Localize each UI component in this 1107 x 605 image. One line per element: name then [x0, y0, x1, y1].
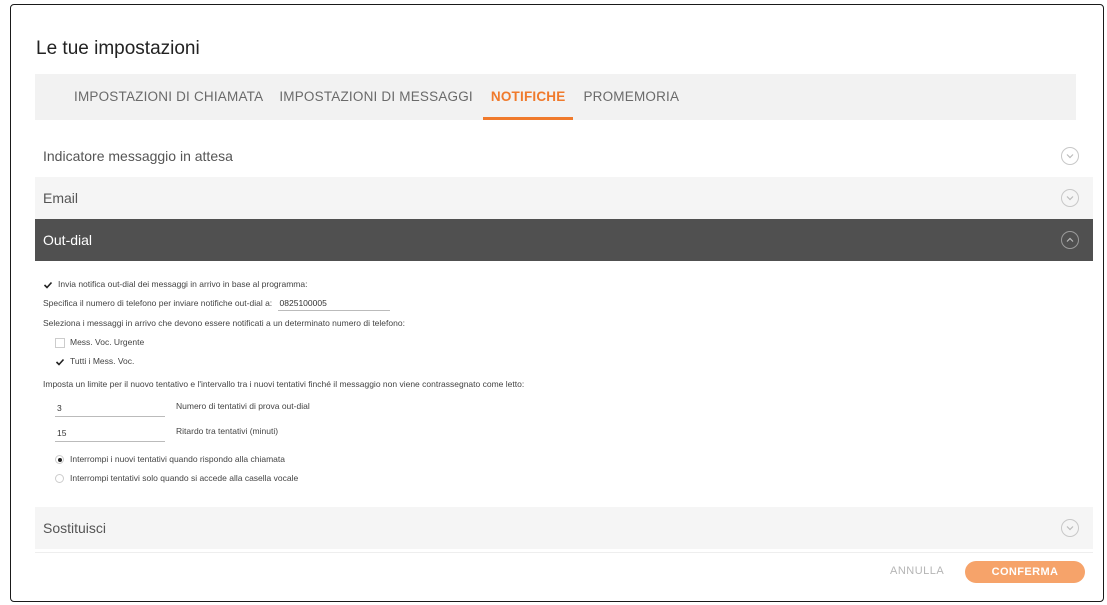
stop-on-answer-radio[interactable]	[55, 455, 64, 465]
attempts-input[interactable]: 3	[55, 403, 165, 417]
tab-call-settings[interactable]: IMPOSTAZIONI DI CHIAMATA	[74, 74, 263, 120]
section-outdial-body: Invia notifica out-dial dei messaggi in …	[35, 261, 1093, 507]
phone-label: Specifica il numero di telefono per invi…	[43, 298, 273, 308]
urgent-row: Mess. Voc. Urgente	[55, 337, 144, 348]
stop-on-mailbox-label: Interrompi tentativi solo quando si acce…	[70, 473, 299, 483]
section-outdial-title: Out-dial	[43, 232, 93, 248]
tab-message-settings[interactable]: IMPOSTAZIONI DI MESSAGGI	[279, 74, 473, 120]
stop-on-mailbox-row: Interrompi tentativi solo quando si acce…	[55, 473, 299, 484]
section-mwi-title: Indicatore messaggio in attesa	[43, 148, 233, 164]
action-footer: ANNULLA CONFERMA	[35, 552, 1093, 600]
chevron-down-icon	[1061, 519, 1079, 537]
cancel-button[interactable]: ANNULLA	[890, 565, 944, 577]
section-outdial-header[interactable]: Out-dial	[35, 219, 1093, 261]
chevron-down-icon	[1061, 147, 1079, 165]
section-email-header[interactable]: Email	[35, 177, 1093, 219]
section-replace-header[interactable]: Sostituisci	[35, 507, 1093, 549]
send-notification-row: Invia notifica out-dial dei messaggi in …	[43, 279, 307, 290]
chevron-down-icon	[1061, 189, 1079, 207]
stop-on-answer-row: Interrompi i nuovi tentativi quando risp…	[55, 454, 285, 465]
chevron-up-icon	[1061, 231, 1079, 249]
attempts-label: Numero di tentativi di prova out-dial	[176, 401, 310, 411]
all-voice-label: Tutti i Mess. Voc.	[70, 356, 135, 366]
tab-reminders[interactable]: PROMEMORIA	[583, 74, 679, 120]
settings-window: Le tue impostazioni IMPOSTAZIONI DI CHIA…	[10, 4, 1104, 602]
page-title: Le tue impostazioni	[36, 38, 200, 59]
send-notification-label: Invia notifica out-dial dei messaggi in …	[58, 279, 308, 289]
section-mwi-header[interactable]: Indicatore messaggio in attesa	[35, 135, 1093, 177]
all-voice-checkbox[interactable]	[55, 357, 65, 367]
select-messages-label: Seleziona i messaggi in arrivo che devon…	[43, 318, 405, 328]
stop-on-answer-label: Interrompi i nuovi tentativi quando risp…	[70, 454, 285, 464]
delay-input[interactable]: 15	[55, 428, 165, 442]
section-replace-title: Sostituisci	[43, 520, 107, 536]
tab-notifications[interactable]: NOTIFICHE	[482, 74, 574, 120]
phone-number-input[interactable]: 0825100005	[277, 298, 390, 311]
urgent-label: Mess. Voc. Urgente	[70, 337, 145, 347]
send-notification-checkbox[interactable]	[43, 280, 53, 290]
tab-bar: IMPOSTAZIONI DI CHIAMATA IMPOSTAZIONI DI…	[35, 74, 1076, 120]
stop-on-mailbox-radio[interactable]	[55, 474, 64, 484]
retry-limit-label: Imposta un limite per il nuovo tentativo…	[43, 379, 525, 389]
notification-accordion: Indicatore messaggio in attesa Email Out…	[35, 135, 1093, 549]
confirm-button[interactable]: CONFERMA	[965, 561, 1085, 583]
phone-row: Specifica il numero di telefono per invi…	[43, 298, 390, 311]
delay-label: Ritardo tra tentativi (minuti)	[176, 426, 279, 436]
urgent-checkbox[interactable]	[55, 337, 65, 348]
section-email-title: Email	[43, 190, 79, 206]
all-voice-row: Tutti i Mess. Voc.	[55, 356, 134, 367]
